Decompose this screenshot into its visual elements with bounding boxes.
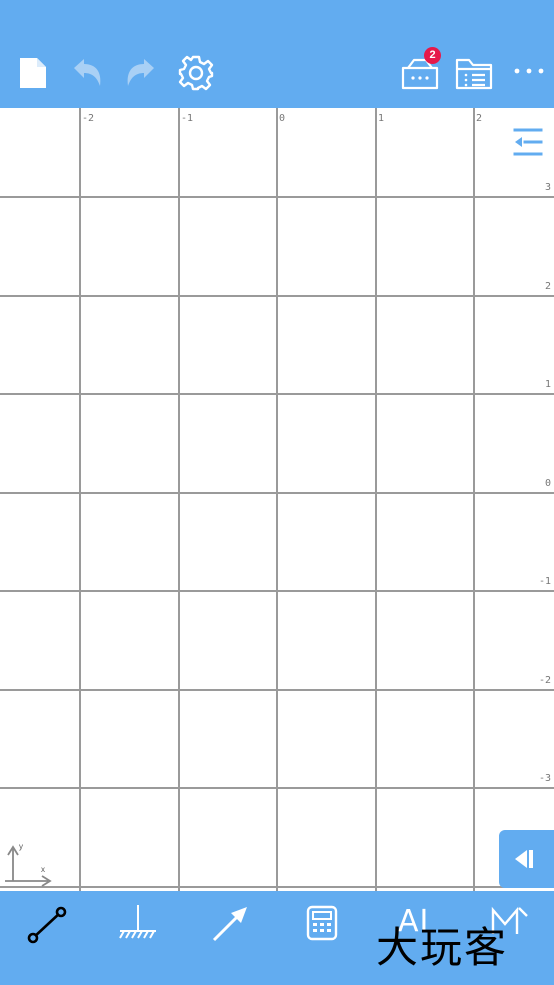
axis-x-label: x (41, 865, 45, 874)
vector-arrow-icon[interactable] (209, 904, 251, 946)
notification-badge: 2 (424, 47, 441, 64)
segment-tool-icon[interactable] (26, 905, 68, 945)
x-tick-label: -1 (181, 113, 194, 124)
more-icon[interactable] (512, 64, 546, 78)
play-back-icon (515, 850, 533, 868)
y-tick-label: 0 (544, 478, 551, 489)
grid-line-vertical (178, 108, 180, 891)
grid-line-horizontal (0, 393, 554, 395)
x-tick-label: 1 (378, 113, 385, 124)
grid-line-horizontal (0, 787, 554, 789)
settings-icon[interactable] (177, 54, 215, 92)
y-tick-label: 3 (544, 182, 551, 193)
y-tick-label: 2 (544, 281, 551, 292)
graph-canvas[interactable]: -2 -1 0 1 2 3 2 1 0 -1 -2 -3 -4 y x (0, 108, 554, 891)
y-tick-label: -2 (538, 675, 551, 686)
new-file-icon[interactable] (18, 56, 48, 90)
panel-collapse-icon[interactable] (512, 126, 544, 158)
top-toolbar: 2 (0, 0, 554, 108)
undo-icon[interactable] (70, 56, 106, 90)
grid-line-horizontal (0, 492, 554, 494)
ground-support-icon[interactable] (117, 903, 159, 943)
grid-line-vertical (79, 108, 81, 891)
grid-line-horizontal (0, 196, 554, 198)
axis-indicator-icon: y x (5, 842, 52, 887)
redo-icon[interactable] (122, 56, 158, 90)
x-tick-label: -2 (82, 113, 95, 124)
calculator-icon[interactable] (305, 905, 339, 941)
y-tick-label: -1 (538, 576, 551, 587)
x-tick-label: 0 (279, 113, 286, 124)
y-tick-label: -3 (538, 773, 551, 784)
grid-line-vertical (473, 108, 475, 891)
grid-line-horizontal (0, 886, 554, 888)
axis-y-label: y (19, 842, 23, 851)
watermark-text: 大玩客 (376, 923, 509, 972)
grid-line-vertical (375, 108, 377, 891)
side-panel-toggle-button[interactable] (499, 830, 554, 888)
grid-line-horizontal (0, 689, 554, 691)
y-tick-label: 1 (544, 379, 551, 390)
file-list-icon[interactable] (454, 56, 494, 90)
grid-line-horizontal (0, 590, 554, 592)
grid-line-vertical (276, 108, 278, 891)
x-tick-label: 2 (476, 113, 483, 124)
grid-line-horizontal (0, 295, 554, 297)
